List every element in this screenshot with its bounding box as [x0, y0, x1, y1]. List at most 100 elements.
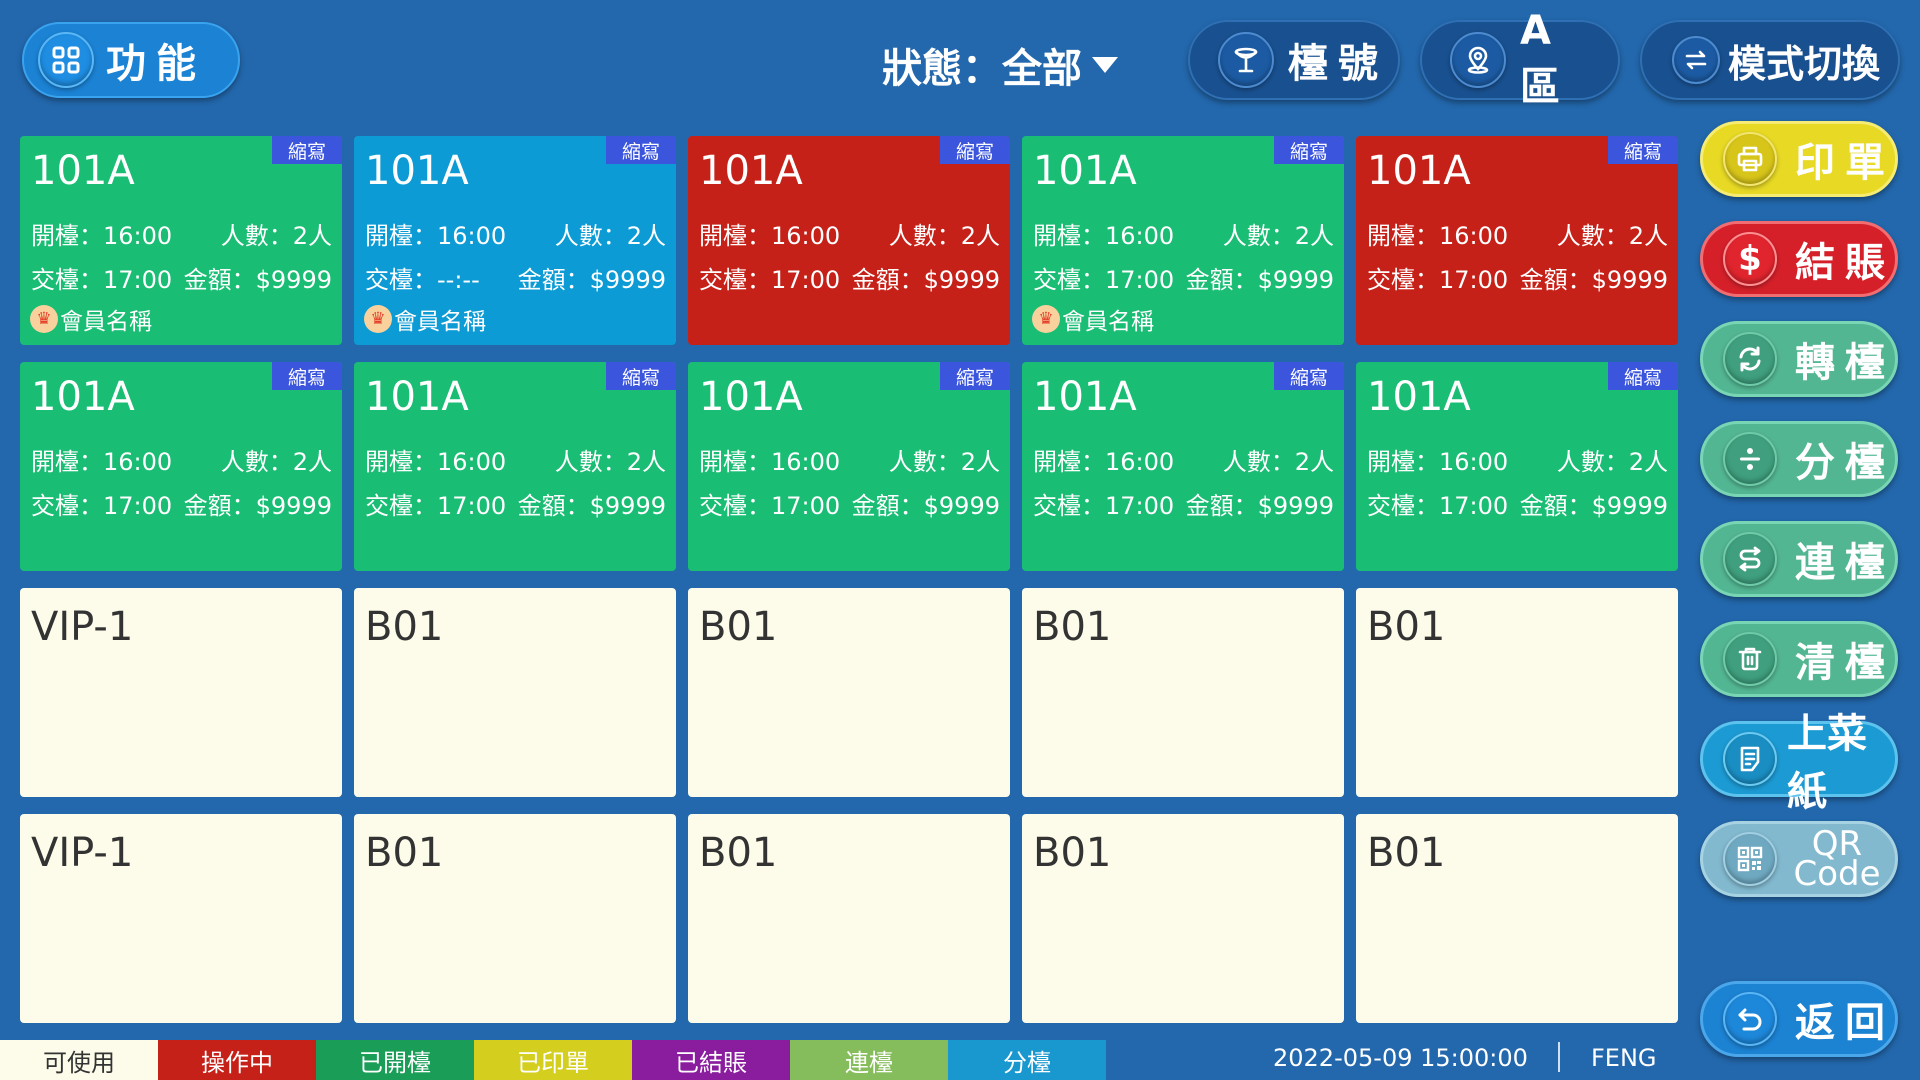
- guest-count: 人數：2人: [554, 448, 666, 476]
- link-table-label: 連檯: [1795, 540, 1895, 586]
- legend-item: 可使用: [0, 1040, 158, 1080]
- table-card[interactable]: 101A 縮寫 開檯：16:00 人數：2人 交檯：17:00 金額：$9999: [1356, 136, 1678, 345]
- open-time: 開檯：16:00: [365, 222, 507, 250]
- card-row-open: 開檯：16:00 人數：2人: [1033, 442, 1334, 477]
- abbreviation-badge[interactable]: 縮寫: [1274, 362, 1344, 390]
- mode-switch-button[interactable]: 模式切換: [1640, 20, 1900, 100]
- printer-icon: [1723, 132, 1777, 186]
- table-number-label: 檯號: [1288, 41, 1388, 87]
- table-card[interactable]: 101A 縮寫 開檯：16:00 人數：2人 交檯：17:00 金額：$9999 ♛ 會員名稱: [1022, 136, 1344, 345]
- table-card[interactable]: B01: [1356, 814, 1678, 1023]
- table-card[interactable]: 101A 縮寫 開檯：16:00 人數：2人 交檯：17:00 金額：$9999 ♛ 會員名稱: [20, 136, 342, 345]
- guest-count: 人數：2人: [888, 448, 1000, 476]
- clear-table-button[interactable]: 清檯: [1700, 621, 1898, 697]
- table-number: 101A: [1367, 148, 1471, 194]
- link-table-button[interactable]: 連檯: [1700, 521, 1898, 597]
- card-row-close: 交檯：17:00 金額：$9999: [1367, 486, 1668, 521]
- table-card[interactable]: B01: [688, 588, 1010, 797]
- table-card[interactable]: 101A 縮寫 開檯：16:00 人數：2人 交檯：17:00 金額：$9999: [688, 362, 1010, 571]
- abbreviation-badge[interactable]: 縮寫: [272, 136, 342, 164]
- abbreviation-badge[interactable]: 縮寫: [940, 362, 1010, 390]
- table-card[interactable]: B01: [1022, 814, 1344, 1023]
- table-card[interactable]: B01: [1022, 588, 1344, 797]
- abbreviation-badge[interactable]: 縮寫: [272, 362, 342, 390]
- back-label: 返回: [1795, 1000, 1895, 1046]
- amount: 金額：$9999: [183, 266, 332, 294]
- abbreviation-badge[interactable]: 縮寫: [606, 136, 676, 164]
- table-card[interactable]: 101A 縮寫 開檯：16:00 人數：2人 交檯：--:-- 金額：$9999 ♛ 會員名稱: [354, 136, 676, 345]
- qr-code-icon: [1723, 832, 1777, 886]
- function-button[interactable]: 功能: [22, 22, 240, 98]
- table-card[interactable]: 101A 縮寫 開檯：16:00 人數：2人 交檯：17:00 金額：$9999: [1356, 362, 1678, 571]
- table-number: 101A: [1033, 374, 1137, 420]
- serving-slip-label: 上菜紙: [1787, 711, 1867, 815]
- location-pin-icon: [1450, 32, 1506, 88]
- qr-code-label: QR Code: [1793, 824, 1881, 894]
- card-row-open: 開檯：16:00 人數：2人: [365, 216, 666, 251]
- close-time: 交檯：17:00: [1033, 492, 1175, 520]
- close-time: 交檯：17:00: [699, 266, 841, 294]
- table-card[interactable]: VIP-1: [20, 814, 342, 1023]
- table-card[interactable]: VIP-1: [20, 588, 342, 797]
- legend-item: 已印單: [474, 1040, 632, 1080]
- close-time: 交檯：17:00: [31, 266, 173, 294]
- status-filter-label: 狀態：全部: [882, 46, 1082, 92]
- table-card[interactable]: 101A 縮寫 開檯：16:00 人數：2人 交檯：17:00 金額：$9999: [688, 136, 1010, 345]
- card-row-close: 交檯：17:00 金額：$9999: [1367, 260, 1668, 295]
- transfer-table-button[interactable]: 轉檯: [1700, 321, 1898, 397]
- table-number: 101A: [699, 374, 803, 420]
- table-number: B01: [365, 604, 444, 650]
- serving-slip-button[interactable]: 上菜紙: [1700, 711, 1898, 815]
- table-card[interactable]: B01: [354, 588, 676, 797]
- abbreviation-badge[interactable]: 縮寫: [1274, 136, 1344, 164]
- table-number: B01: [1367, 830, 1446, 876]
- guest-count: 人數：2人: [1222, 448, 1334, 476]
- user-name: FENG: [1591, 1044, 1657, 1072]
- abbreviation-badge[interactable]: 縮寫: [1608, 136, 1678, 164]
- status-filter[interactable]: 狀態：全部: [882, 36, 1118, 94]
- abbreviation-badge[interactable]: 縮寫: [1608, 362, 1678, 390]
- abbreviation-badge[interactable]: 縮寫: [940, 136, 1010, 164]
- abbreviation-badge[interactable]: 縮寫: [606, 362, 676, 390]
- table-number: B01: [699, 830, 778, 876]
- table-number-button[interactable]: 檯號: [1188, 20, 1400, 100]
- table-number: VIP-1: [31, 604, 134, 650]
- table-card[interactable]: 101A 縮寫 開檯：16:00 人數：2人 交檯：17:00 金額：$9999: [354, 362, 676, 571]
- table-card[interactable]: B01: [1356, 588, 1678, 797]
- amount: 金額：$9999: [183, 492, 332, 520]
- qr-code-button[interactable]: QR Code: [1700, 821, 1898, 897]
- checkout-label: 結賬: [1795, 240, 1895, 286]
- member-name: 會員名稱: [394, 309, 486, 335]
- table-number: 101A: [699, 148, 803, 194]
- dollar-icon: $: [1723, 232, 1777, 286]
- back-button[interactable]: 返回: [1700, 981, 1898, 1057]
- card-row-close: 交檯：17:00 金額：$9999: [699, 260, 1000, 295]
- table-grid: 101A 縮寫 開檯：16:00 人數：2人 交檯：17:00 金額：$9999 ♛ 會員名稱…: [20, 136, 1680, 1024]
- table-number: B01: [699, 604, 778, 650]
- area-button[interactable]: A 區: [1420, 8, 1620, 110]
- card-row-close: 交檯：17:00 金額：$9999: [1033, 260, 1334, 295]
- card-row-close: 交檯：17:00 金額：$9999: [365, 486, 666, 521]
- table-card[interactable]: B01: [354, 814, 676, 1023]
- close-time: 交檯：17:00: [1033, 266, 1175, 294]
- function-label: 功能: [106, 41, 206, 87]
- table-card[interactable]: 101A 縮寫 開檯：16:00 人數：2人 交檯：17:00 金額：$9999: [20, 362, 342, 571]
- table-card[interactable]: B01: [688, 814, 1010, 1023]
- table-card[interactable]: 101A 縮寫 開檯：16:00 人數：2人 交檯：17:00 金額：$9999: [1022, 362, 1344, 571]
- open-time: 開檯：16:00: [31, 222, 173, 250]
- legend-item: 已結賬: [632, 1040, 790, 1080]
- checkout-button[interactable]: $ 結賬: [1700, 221, 1898, 297]
- close-time: 交檯：17:00: [699, 492, 841, 520]
- amount: 金額：$9999: [517, 492, 666, 520]
- open-time: 開檯：16:00: [1033, 448, 1175, 476]
- open-time: 開檯：16:00: [1367, 222, 1509, 250]
- table-number: 101A: [1367, 374, 1471, 420]
- table-number: B01: [365, 830, 444, 876]
- print-button[interactable]: 印單: [1700, 121, 1898, 197]
- open-time: 開檯：16:00: [365, 448, 507, 476]
- guest-count: 人數：2人: [220, 222, 332, 250]
- legend-item: 操作中: [158, 1040, 316, 1080]
- member-info: ♛ 會員名稱: [364, 302, 486, 336]
- table-number: 101A: [1033, 148, 1137, 194]
- split-table-button[interactable]: 分檯: [1700, 421, 1898, 497]
